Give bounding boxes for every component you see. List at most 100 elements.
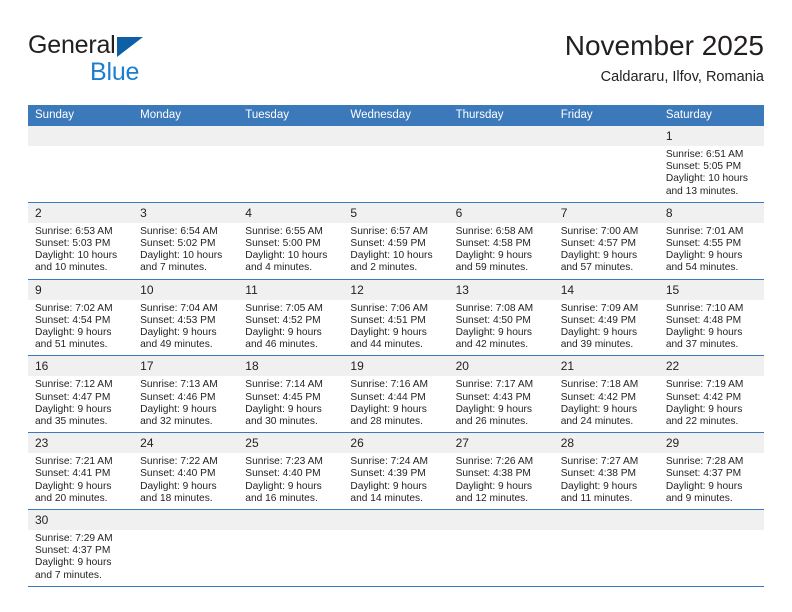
calendar-day-cell[interactable]: 12 Sunrise: 7:06 AM Sunset: 4:51 PM Dayligh… (343, 279, 449, 357)
calendar-week-row: 9 Sunrise: 7:02 AM Sunset: 4:54 PM Daylight… (28, 279, 764, 357)
day-number: 13 (448, 279, 554, 300)
sunset-text: Sunset: 4:42 PM (665, 391, 742, 403)
calendar-cell-empty (238, 509, 344, 587)
calendar-day-cell[interactable]: 28 Sunrise: 7:27 AM Sunset: 4:38 PM Dayligh… (553, 432, 659, 511)
calendar-day-cell[interactable]: 2 Sunrise: 6:53 AM Sunset: 5:03 PM Daylight… (28, 202, 134, 280)
day-number (133, 510, 239, 531)
day-details: Sunrise: 7:24 AM Sunset: 4:39 PM Daylight:… (343, 453, 448, 509)
calendar-day-cell[interactable]: 9 Sunrise: 7:02 AM Sunset: 4:54 PM Daylight… (28, 279, 134, 357)
sunset-text: Sunset: 4:58 PM (455, 238, 531, 250)
calendar-day-cell[interactable]: 29 Sunrise: 7:28 AM Sunset: 4:37 PM Dayligh… (658, 432, 764, 511)
calendar-day-cell[interactable]: 10 Sunrise: 7:04 AM Sunset: 4:53 PM Dayligh… (133, 279, 239, 357)
calendar-body: 1 Sunrise: 6:51 AM Sunset: 5:05 PM Daylight… (28, 126, 764, 587)
day-number (343, 126, 449, 146)
logo-text-blue: Blue (90, 58, 140, 86)
calendar-day-cell[interactable]: 7 Sunrise: 7:00 AM Sunset: 4:57 PM Daylight… (553, 202, 659, 280)
sunset-text: Sunset: 5:05 PM (665, 161, 742, 173)
sunrise-text: Sunrise: 7:06 AM (350, 302, 429, 314)
sunrise-text: Sunrise: 7:26 AM (455, 456, 534, 468)
sunrise-text: Sunrise: 6:57 AM (350, 225, 429, 237)
weekday-header-monday: Monday (133, 105, 239, 126)
daylight-text: Daylight: 10 hours and 7 minutes. (140, 250, 223, 274)
calendar-cell-empty (448, 126, 554, 203)
day-number: 7 (553, 202, 659, 223)
sunset-text: Sunset: 4:37 PM (35, 545, 111, 557)
sunset-text: Sunset: 4:52 PM (245, 314, 321, 326)
calendar-day-cell[interactable]: 22 Sunrise: 7:19 AM Sunset: 4:42 PM Dayligh… (658, 355, 764, 434)
location-subtitle: Caldararu, Ilfov, Romania (600, 69, 764, 85)
day-details: Sunrise: 6:53 AM Sunset: 5:03 PM Daylight:… (28, 223, 133, 279)
sunrise-text: Sunrise: 7:27 AM (560, 456, 639, 468)
day-number: 24 (133, 433, 239, 454)
day-number: 30 (28, 510, 134, 531)
calendar-day-cell[interactable]: 27 Sunrise: 7:26 AM Sunset: 4:38 PM Dayligh… (448, 432, 554, 511)
calendar-day-cell[interactable]: 21 Sunrise: 7:18 AM Sunset: 4:42 PM Dayligh… (553, 355, 659, 434)
calendar-day-cell[interactable]: 30 Sunrise: 7:29 AM Sunset: 4:37 PM Dayligh… (28, 509, 134, 587)
calendar-week-row: 30 Sunrise: 7:29 AM Sunset: 4:37 PM Dayligh… (28, 509, 764, 587)
day-number (553, 126, 659, 146)
day-details: Sunrise: 7:21 AM Sunset: 4:41 PM Daylight:… (28, 453, 133, 509)
calendar-day-cell[interactable]: 8 Sunrise: 7:01 AM Sunset: 4:55 PM Daylight… (658, 202, 764, 280)
day-number: 17 (133, 356, 239, 377)
day-number: 2 (28, 202, 134, 223)
calendar-day-cell[interactable]: 6 Sunrise: 6:58 AM Sunset: 4:58 PM Daylight… (448, 202, 554, 280)
sunrise-text: Sunrise: 7:22 AM (140, 456, 218, 468)
day-number: 10 (133, 279, 239, 300)
day-details: Sunrise: 6:54 AM Sunset: 5:02 PM Daylight:… (133, 223, 238, 279)
daylight-text: Daylight: 9 hours and 30 minutes. (245, 403, 322, 428)
daylight-text: Daylight: 9 hours and 11 minutes. (560, 480, 638, 504)
calendar-day-cell[interactable]: 23 Sunrise: 7:21 AM Sunset: 4:41 PM Dayligh… (28, 432, 134, 511)
calendar-day-cell[interactable]: 11 Sunrise: 7:05 AM Sunset: 4:52 PM Dayligh… (238, 279, 344, 357)
sunrise-text: Sunrise: 7:14 AM (245, 379, 323, 391)
daylight-text: Daylight: 9 hours and 57 minutes. (560, 250, 638, 274)
calendar-day-cell[interactable]: 14 Sunrise: 7:09 AM Sunset: 4:49 PM Dayligh… (553, 279, 659, 357)
day-number (448, 126, 554, 146)
day-details: Sunrise: 7:08 AM Sunset: 4:50 PM Daylight:… (449, 300, 554, 356)
day-number: 28 (553, 433, 659, 454)
sunset-text: Sunset: 4:42 PM (560, 391, 637, 403)
sunrise-text: Sunrise: 7:23 AM (245, 456, 323, 468)
calendar-page: General Blue November 2025 Caldararu, Il… (0, 0, 792, 612)
calendar-day-cell[interactable]: 20 Sunrise: 7:17 AM Sunset: 4:43 PM Dayligh… (448, 355, 554, 434)
day-details: Sunrise: 7:27 AM Sunset: 4:38 PM Daylight:… (554, 453, 659, 509)
calendar-day-cell[interactable]: 5 Sunrise: 6:57 AM Sunset: 4:59 PM Daylight… (343, 202, 449, 280)
day-details: Sunrise: 7:18 AM Sunset: 4:42 PM Daylight:… (554, 376, 659, 432)
general-blue-logo[interactable]: General Blue (28, 30, 228, 92)
sunset-text: Sunset: 4:43 PM (455, 391, 531, 403)
sunrise-text: Sunrise: 7:16 AM (350, 379, 429, 391)
day-number (133, 126, 239, 146)
day-details: Sunrise: 7:22 AM Sunset: 4:40 PM Daylight:… (133, 453, 238, 509)
calendar-day-cell[interactable]: 3 Sunrise: 6:54 AM Sunset: 5:02 PM Daylight… (133, 202, 239, 280)
calendar-day-cell[interactable]: 26 Sunrise: 7:24 AM Sunset: 4:39 PM Dayligh… (343, 432, 449, 511)
sunset-text: Sunset: 4:39 PM (350, 468, 426, 480)
day-details: Sunrise: 7:19 AM Sunset: 4:42 PM Daylight:… (659, 376, 764, 432)
daylight-text: Daylight: 9 hours and 44 minutes. (350, 327, 427, 351)
sunrise-text: Sunrise: 7:19 AM (665, 379, 744, 391)
day-details: Sunrise: 7:17 AM Sunset: 4:43 PM Daylight:… (449, 376, 554, 432)
calendar-day-cell[interactable]: 13 Sunrise: 7:08 AM Sunset: 4:50 PM Dayligh… (448, 279, 554, 357)
calendar-day-cell[interactable]: 15 Sunrise: 7:10 AM Sunset: 4:48 PM Dayligh… (658, 279, 764, 357)
sunset-text: Sunset: 4:48 PM (665, 314, 742, 326)
calendar-day-cell[interactable]: 19 Sunrise: 7:16 AM Sunset: 4:44 PM Dayligh… (343, 355, 449, 434)
calendar-day-cell[interactable]: 18 Sunrise: 7:14 AM Sunset: 4:45 PM Dayligh… (238, 355, 344, 434)
sunrise-text: Sunrise: 6:58 AM (455, 225, 534, 237)
weekday-header-wednesday: Wednesday (343, 105, 449, 126)
calendar-day-cell[interactable]: 16 Sunrise: 7:12 AM Sunset: 4:47 PM Dayligh… (28, 355, 134, 434)
calendar-day-cell[interactable]: 1 Sunrise: 6:51 AM Sunset: 5:05 PM Daylight… (658, 126, 764, 203)
day-details: Sunrise: 7:28 AM Sunset: 4:37 PM Daylight:… (659, 453, 764, 509)
sunrise-sunset-calendar: Sunday Monday Tuesday Wednesday Thursday Frid… (28, 105, 764, 587)
sunrise-text: Sunrise: 7:04 AM (140, 302, 218, 314)
calendar-day-cell[interactable]: 4 Sunrise: 6:55 AM Sunset: 5:00 PM Daylight… (238, 202, 344, 280)
daylight-text: Daylight: 9 hours and 42 minutes. (455, 327, 533, 351)
daylight-text: Daylight: 9 hours and 35 minutes. (35, 403, 112, 428)
calendar-day-cell[interactable]: 24 Sunrise: 7:22 AM Sunset: 4:40 PM Dayligh… (133, 432, 239, 511)
day-number: 8 (658, 202, 764, 223)
day-number: 21 (553, 356, 659, 377)
sunset-text: Sunset: 4:53 PM (140, 314, 216, 326)
daylight-text: Daylight: 10 hours and 2 minutes. (350, 250, 433, 274)
daylight-text: Daylight: 9 hours and 28 minutes. (350, 403, 427, 428)
sunset-text: Sunset: 4:55 PM (665, 238, 742, 250)
calendar-day-cell[interactable]: 25 Sunrise: 7:23 AM Sunset: 4:40 PM Dayligh… (238, 432, 344, 511)
sunrise-text: Sunrise: 7:05 AM (245, 302, 323, 314)
calendar-day-cell[interactable]: 17 Sunrise: 7:13 AM Sunset: 4:46 PM Dayligh… (133, 355, 239, 434)
